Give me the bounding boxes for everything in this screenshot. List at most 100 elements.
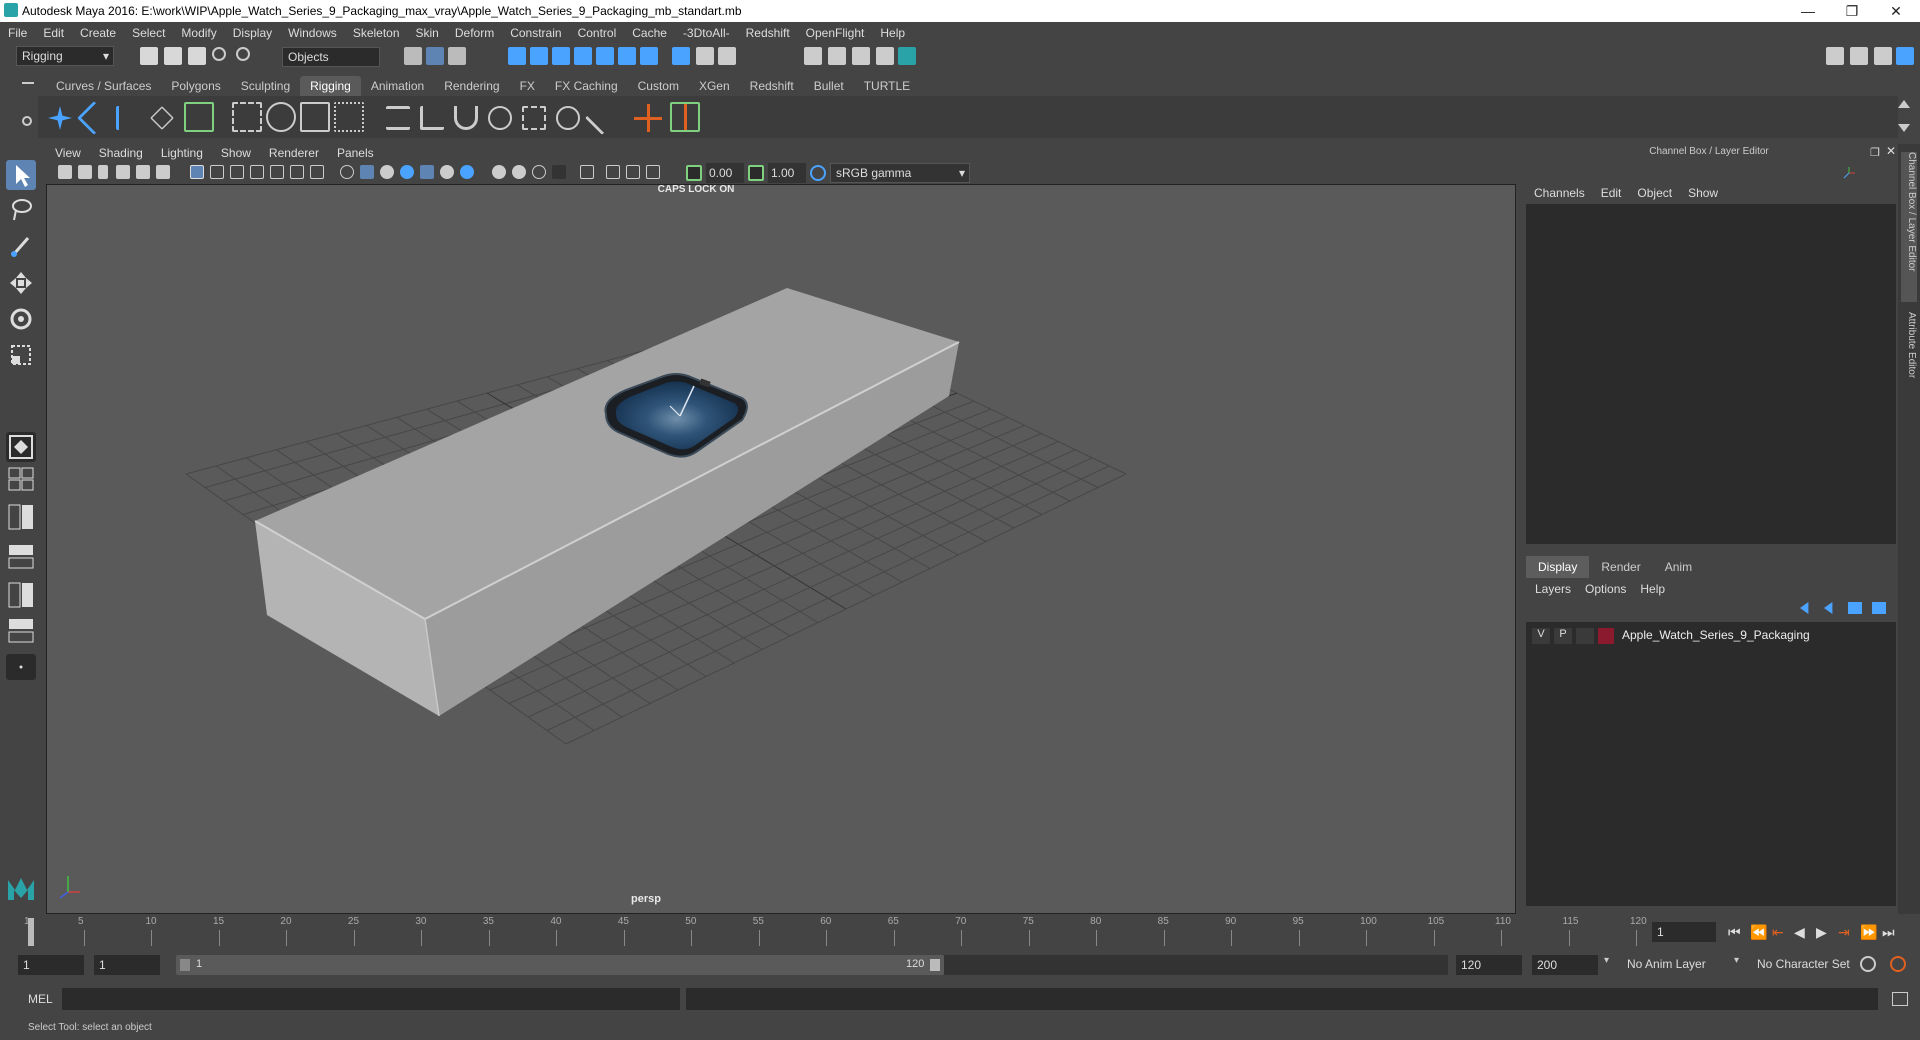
shelf-scroll-down-icon[interactable]	[1898, 124, 1910, 132]
menu-openflight[interactable]: OpenFlight	[798, 22, 873, 44]
wireframe-icon[interactable]	[340, 165, 354, 179]
isolate-select-icon[interactable]	[580, 165, 594, 179]
lasso-tool-icon[interactable]	[6, 194, 36, 224]
close-button[interactable]: ✕	[1874, 0, 1918, 22]
field-chart-icon[interactable]	[270, 165, 284, 179]
menu-modify[interactable]: Modify	[173, 22, 224, 44]
2d-pan-zoom-icon[interactable]	[156, 165, 170, 179]
menu-select[interactable]: Select	[124, 22, 173, 44]
resolution-gate-icon[interactable]	[230, 165, 244, 179]
viewport-menu-view[interactable]: View	[46, 144, 90, 162]
play-forwards-icon[interactable]: ▶	[1816, 924, 1827, 941]
parent-constraint-icon[interactable]	[386, 106, 410, 130]
layout-persp-outliner-icon[interactable]	[6, 580, 36, 610]
xray-active-components-icon[interactable]	[626, 165, 640, 179]
chevron-down-icon[interactable]: ▾	[1734, 955, 1739, 966]
viewport-menu-shading[interactable]: Shading	[90, 144, 152, 162]
menu-edit[interactable]: Edit	[35, 22, 72, 44]
menu-windows[interactable]: Windows	[280, 22, 345, 44]
viewport-menu-panels[interactable]: Panels	[328, 144, 383, 162]
wireframe-on-shaded-icon[interactable]	[380, 165, 394, 179]
time-slider[interactable]: 1 5 10 15 20 25 30 35 40 45 50 55 60 65 70 75 80 85 90 95 10…	[24, 916, 1647, 946]
current-time-marker[interactable]	[28, 918, 34, 946]
tab-polygons[interactable]: Polygons	[161, 76, 230, 96]
ambient-occlusion-icon[interactable]	[492, 165, 506, 179]
rotate-tool-icon[interactable]	[6, 304, 36, 334]
move-tool-icon[interactable]	[6, 268, 36, 298]
layer-display-type-toggle[interactable]	[1576, 628, 1594, 644]
select-by-component-icon[interactable]	[448, 47, 466, 65]
go-to-start-icon[interactable]: ⏮	[1728, 924, 1741, 941]
lattice-icon[interactable]	[300, 102, 330, 132]
tab-curves-surfaces[interactable]: Curves / Surfaces	[46, 76, 161, 96]
layer-playback-toggle[interactable]: P	[1554, 628, 1572, 644]
textured-icon[interactable]	[400, 165, 414, 179]
grease-pencil-icon[interactable]	[136, 165, 150, 179]
mirror-joint-icon[interactable]	[116, 106, 140, 130]
gate-mask-icon[interactable]	[250, 165, 264, 179]
anim-layer-dropdown[interactable]: No Anim Layer	[1622, 955, 1746, 975]
orient-joint-icon[interactable]	[150, 106, 174, 130]
create-joints-icon[interactable]	[48, 106, 72, 130]
range-slider[interactable]: 1 120	[176, 955, 944, 975]
go-to-end-icon[interactable]: ⏭	[1882, 924, 1895, 941]
hypershade-icon[interactable]	[898, 47, 916, 65]
camera-attributes-icon[interactable]	[78, 165, 92, 179]
symmetry-icon[interactable]	[672, 47, 690, 65]
cluster-icon[interactable]	[334, 102, 364, 132]
minimize-button[interactable]: —	[1786, 0, 1830, 22]
save-scene-icon[interactable]	[188, 47, 206, 65]
open-scene-icon[interactable]	[164, 47, 182, 65]
animation-start-field[interactable]: 1	[18, 955, 84, 975]
packaging-box[interactable]	[254, 288, 960, 717]
pole-vector-constraint-icon[interactable]	[556, 106, 580, 130]
render-view-icon[interactable]	[876, 47, 894, 65]
layer-color-swatch[interactable]	[1598, 628, 1614, 644]
shadows-icon[interactable]	[460, 165, 474, 179]
ik-handle-icon[interactable]	[184, 102, 214, 132]
layout-single-pane-icon[interactable]	[6, 432, 36, 462]
quick-rig-icon[interactable]	[670, 102, 700, 132]
backface-culling-icon[interactable]	[646, 165, 660, 179]
point-constraint-icon[interactable]	[420, 106, 444, 130]
safe-action-icon[interactable]	[290, 165, 304, 179]
tab-turtle[interactable]: TURTLE	[854, 76, 920, 96]
layout-side-by-side-icon[interactable]	[6, 502, 36, 532]
camera-icon[interactable]	[58, 165, 72, 179]
layer-options-menu[interactable]: Options	[1578, 582, 1633, 596]
viewport-menu-renderer[interactable]: Renderer	[260, 144, 328, 162]
menu-constrain[interactable]: Constrain	[502, 22, 569, 44]
step-forward-key-icon[interactable]: ⏩	[1860, 924, 1877, 941]
move-layer-down-icon[interactable]	[1824, 602, 1833, 614]
snap-view-plane-icon[interactable]	[574, 47, 592, 65]
gamma-icon[interactable]	[748, 165, 764, 181]
chevron-down-icon[interactable]: ▾	[1604, 955, 1609, 966]
safe-title-icon[interactable]	[310, 165, 324, 179]
new-layer-from-selection-icon[interactable]	[1872, 602, 1886, 614]
layer-row[interactable]: V P Apple_Watch_Series_9_Packaging	[1526, 626, 1896, 646]
auto-key-icon[interactable]	[1860, 956, 1876, 972]
channel-box-show-menu[interactable]: Show	[1680, 186, 1726, 200]
channel-box-edit-menu[interactable]: Edit	[1593, 186, 1630, 200]
snap-point-icon[interactable]	[552, 47, 570, 65]
new-scene-icon[interactable]	[140, 47, 158, 65]
command-language-label[interactable]: MEL	[28, 992, 53, 1006]
aim-constraint-icon[interactable]	[522, 106, 546, 130]
color-management-icon[interactable]	[810, 165, 826, 181]
channel-box-attributes[interactable]	[1526, 204, 1896, 544]
select-tool-icon[interactable]	[6, 160, 36, 190]
redo-icon[interactable]	[236, 47, 250, 61]
render-frame-icon[interactable]	[828, 47, 846, 65]
snap-vertex-icon[interactable]	[640, 47, 658, 65]
view-transform-dropdown[interactable]: sRGB gamma ▾	[830, 163, 970, 183]
menu-skeleton[interactable]: Skeleton	[345, 22, 408, 44]
tab-fx[interactable]: FX	[510, 76, 545, 96]
layout-persp-graph-icon[interactable]	[6, 542, 36, 572]
channel-box-toggle-icon[interactable]	[1850, 47, 1868, 65]
range-slider-end-handle[interactable]	[930, 959, 940, 971]
play-backwards-icon[interactable]: ◀	[1794, 924, 1805, 941]
tab-fx-caching[interactable]: FX Caching	[545, 76, 628, 96]
tab-xgen[interactable]: XGen	[689, 76, 740, 96]
new-empty-layer-icon[interactable]	[1848, 602, 1862, 614]
menu-create[interactable]: Create	[72, 22, 124, 44]
